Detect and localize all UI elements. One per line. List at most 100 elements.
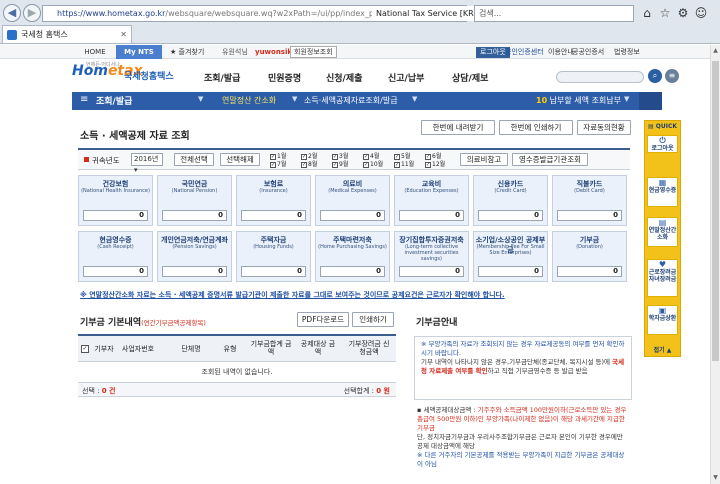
star-icon[interactable]: ☆ (658, 6, 672, 20)
home-link[interactable]: HOME (76, 45, 114, 59)
month-checkbox[interactable]: ✓ 3월 (332, 153, 348, 160)
tab-close-icon[interactable]: ✕ (120, 26, 127, 43)
quick-yearend[interactable]: ▤ 연말정산간소화 (647, 217, 678, 247)
quick-cash-receipt[interactable]: ▦ 현금영수증 (647, 177, 678, 207)
power-icon: ⏻ (659, 136, 666, 145)
month-checkbox[interactable]: ✓ 1월 (270, 153, 286, 160)
breadcrumb-deduction[interactable]: 소득·세액공제자료조회/발급 (304, 95, 398, 106)
cert-center-link[interactable]: 공인인증센터 (505, 45, 544, 59)
deselect-all-button[interactable]: 선택해제 (220, 153, 260, 166)
page-title: 소득 · 세액공제 자료 조회 (80, 131, 190, 142)
menu-icon[interactable]: ≡ (80, 94, 88, 105)
month-checkbox[interactable]: ✓ 4월 (363, 153, 379, 160)
gear-icon[interactable]: ⚙ (676, 6, 690, 20)
document-icon: ▤ (658, 218, 667, 227)
site-search-input[interactable] (556, 71, 644, 83)
month-checkbox[interactable]: ✓ 6월 (425, 153, 441, 160)
consent-status-button[interactable]: 자료동의현황 (577, 120, 631, 135)
site-identity[interactable]: National Tax Service [KR] (372, 6, 481, 21)
public-cert-link[interactable]: 공공인증서 (572, 45, 604, 59)
browser-tab[interactable]: 국세청 홈택스 ✕ (2, 25, 132, 43)
gnb-consult[interactable]: 상담/제보 (452, 71, 488, 84)
favorites-link[interactable]: ★ 즐겨찾기 (170, 45, 204, 59)
category-small-business[interactable]: 소기업/소상공인 공제부금 (Membership Fee For Small S… (473, 231, 548, 282)
category-medical[interactable]: 의료비 (Medical Expenses) 0 (315, 175, 390, 226)
col-donor: 기부자 (94, 345, 114, 353)
download-all-button[interactable]: 한번에 내려받기 (421, 120, 495, 135)
month-checkbox[interactable]: ✓ 7월 (270, 161, 286, 168)
chevron-down-icon[interactable]: ▼ (624, 95, 629, 103)
col-total-amount: 기부금합계 금액 (250, 340, 292, 356)
url-host: https://www.hometax.go.kr (57, 9, 166, 18)
law-link[interactable]: 법령정보 (614, 45, 640, 59)
gnb-inquiry[interactable]: 조회/발급 (204, 71, 240, 84)
category-debit-card[interactable]: 직불카드 (Debit Card) 0 (552, 175, 627, 226)
breadcrumb-yearend[interactable]: 연말정산 간소화 (222, 95, 276, 106)
guide-line: ※ 다른 거주자의 기본공제를 적용받는 부양가족이 지급한 기부금은 공제대상… (417, 451, 625, 468)
home-icon[interactable]: ⌂ (640, 6, 654, 20)
chevron-down-icon[interactable]: ▼ (292, 95, 297, 103)
category-pension-savings[interactable]: 개인연금저축/연금계좌 (Pension Savings) 0 (157, 231, 232, 282)
category-donation[interactable]: 기부금 (Donation) 0 (552, 231, 627, 282)
deadline-notice[interactable]: 10 납부할 세액 조회납부 (536, 95, 621, 106)
gnb-certificate[interactable]: 민원증명 (268, 71, 301, 84)
gnb-filing[interactable]: 신고/납부 (388, 71, 424, 84)
gnb-application[interactable]: 신청/제출 (326, 71, 362, 84)
month-checkbox[interactable]: ✓ 12월 (425, 161, 445, 168)
scroll-up-icon[interactable]: ▲ (712, 47, 719, 55)
month-checkbox[interactable]: ✓ 8월 (301, 161, 317, 168)
heart-icon: ♥ (658, 260, 667, 269)
select-all-button[interactable]: 전체선택 (174, 153, 214, 166)
simplified-data-notice[interactable]: ※ 연말정산간소화 자료는 소득 · 세액공제 증명서류 발급기관이 제출한 자… (80, 290, 505, 300)
receipt-icon: ▦ (658, 178, 667, 187)
category-education[interactable]: 교육비 (Education Expenses) 0 (394, 175, 469, 226)
scroll-thumb[interactable] (712, 61, 719, 361)
category-housing-funds[interactable]: 주택자금 (Housing Funds) 0 (236, 231, 311, 282)
guide-line: ▪ 세액공제대상금액 : 기주주와 소득금액 100만원이하(근로소득만 있는 … (417, 406, 627, 432)
forward-icon[interactable]: ▶ (23, 4, 41, 22)
quick-student-loan[interactable]: ▣ 학자금상환 (647, 305, 678, 335)
month-checkbox[interactable]: ✓ 9월 (332, 161, 348, 168)
issuer-lookup-button[interactable]: 영수증발급기관조회 (512, 153, 588, 166)
sitemap-icon[interactable]: ≡ (665, 69, 679, 83)
subnav-toggle[interactable] (639, 92, 662, 110)
quick-menu: ▤ QUICK ⏻ 로그아웃 ▦ 현금영수증 ▤ 연말정산간소화 ♥ 근로장려금자녀장려… (644, 120, 681, 357)
chevron-down-icon[interactable]: ▼ (412, 95, 417, 103)
month-checkbox[interactable]: ✓ 2월 (301, 153, 317, 160)
quick-close[interactable]: 접기 ▲ (645, 345, 680, 354)
scroll-down-icon[interactable]: ▼ (712, 474, 719, 482)
subnav-title[interactable]: 조회/발급 (96, 94, 132, 107)
page-scrollbar[interactable]: ▲ ▼ (710, 45, 720, 484)
month-checkbox[interactable]: ✓ 11월 (394, 161, 414, 168)
year-select[interactable]: 2016년 ▾ (131, 153, 163, 174)
browser-chrome: ◀ ▶ https://www.hometax.go.kr/websquare/… (0, 0, 720, 44)
select-all-checkbox[interactable]: ✓ (81, 345, 89, 353)
guide-line: 단, 정치자금기부금과 우리사주조합기부금은 근로자 본인이 기부한 경우에만 … (417, 433, 623, 450)
member-info-button[interactable]: 회원정보조회 (290, 46, 337, 58)
category-insurance[interactable]: 보험료 (Insurance) 0 (236, 175, 311, 226)
chevron-down-icon[interactable]: ▼ (198, 95, 203, 103)
pdf-download-button[interactable]: PDF다운로드 (297, 312, 349, 327)
quick-logout[interactable]: ⏻ 로그아웃 (647, 135, 678, 153)
category-credit-card[interactable]: 신용카드 (Credit Card) 0 (473, 175, 548, 226)
quick-incentive[interactable]: ♥ 근로장려금자녀장려금 (647, 259, 678, 297)
month-checkbox[interactable]: ✓ 10월 (363, 161, 383, 168)
category-health-insurance[interactable]: 건강보험 (National Health Insurance) 0 (78, 175, 153, 226)
month-checkbox[interactable]: ✓ 5월 (394, 153, 410, 160)
print-all-button[interactable]: 한번에 인쇄하기 (499, 120, 573, 135)
mynts-link[interactable]: My NTS (116, 45, 162, 59)
category-national-pension[interactable]: 국민연금 (National Pension) 0 (157, 175, 232, 226)
category-cash-receipt[interactable]: 현금영수증 (Cash Receipt) 0 (78, 231, 153, 282)
deduction-category-grid: 건강보험 (National Health Insurance) 0 국민연금 (Na… (78, 175, 630, 285)
guide-link[interactable]: 이용안내 (548, 45, 574, 59)
guide-line: 기부 내역이 나타나지 않은 경우,기부금단체(종교단체, 복지시설 등)에 국… (421, 358, 625, 375)
print-button[interactable]: 인쇄하기 (352, 312, 394, 327)
browser-search-input[interactable]: 검색... (474, 5, 634, 22)
medical-reference-button[interactable]: 의료비참고 (460, 153, 508, 166)
category-home-savings[interactable]: 주택마련저축 (Home Purchasing Savings) 0 (315, 231, 390, 282)
back-icon[interactable]: ◀ (3, 4, 21, 22)
guide-detail-box: ▪ 세액공제대상금액 : 기주주와 소득금액 100만원이하(근로소득만 있는 … (414, 404, 632, 480)
smiley-icon[interactable]: ☺ (694, 6, 708, 20)
category-longterm-investment[interactable]: 장기집합투자증권저축 (Long-term collective investme… (394, 231, 469, 282)
search-icon[interactable]: ⌕ (648, 69, 662, 83)
